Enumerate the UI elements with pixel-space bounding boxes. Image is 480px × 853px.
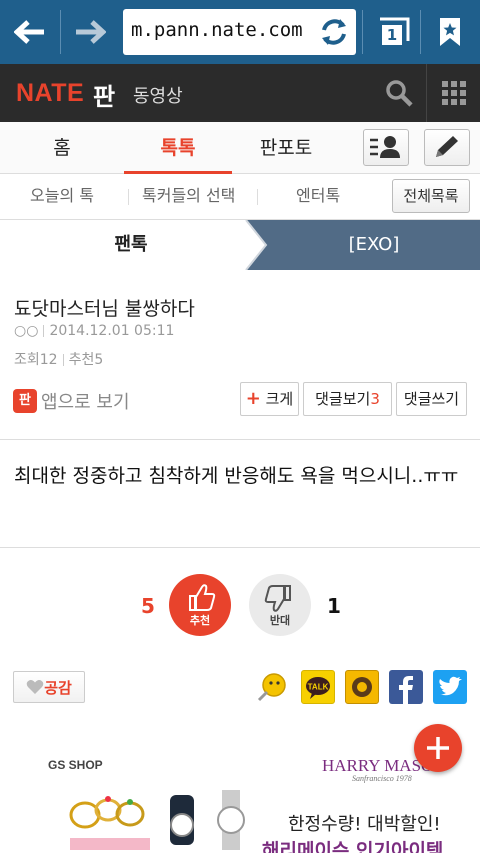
main-tabs: 홈 톡톡 판포토 xyxy=(0,122,480,174)
category-fantalk[interactable]: 팬톡 xyxy=(0,220,262,270)
ad-brand-sub: Sanfrancisco 1978 xyxy=(352,774,412,783)
plus-icon xyxy=(427,737,449,759)
app-view-link[interactable]: 판 앱으로 보기 xyxy=(13,388,130,414)
ad-subheadline: 해리메이슨 인기아이템 xyxy=(262,840,444,853)
category-exo[interactable]: [EXO] xyxy=(268,220,480,270)
submenu-talkers-choice[interactable]: 톡커들의 선택 xyxy=(142,174,235,220)
forward-arrow-icon xyxy=(76,20,106,44)
post-title: 됴닷마스터님 불쌍하다 xyxy=(14,298,195,320)
bookmark-icon xyxy=(440,18,460,46)
reload-icon[interactable] xyxy=(316,14,352,50)
floating-add-button[interactable] xyxy=(414,724,462,772)
post-date: 2014.12.01 05:11 xyxy=(49,323,175,339)
downvote-count: 1 xyxy=(327,594,341,618)
user-list-icon xyxy=(370,136,400,158)
apps-grid-icon[interactable] xyxy=(442,81,466,105)
forward-button[interactable] xyxy=(60,0,120,64)
app-view-label: 앱으로 보기 xyxy=(41,392,130,413)
browser-toolbar: m.pann.nate.com 1 xyxy=(0,0,480,64)
upvote-button[interactable]: 추천 xyxy=(169,574,231,636)
ad-banner[interactable]: GS SHOP HARRY MASON Sanfrancisco 1978 한정… xyxy=(0,750,480,853)
pann-logo[interactable]: 판 xyxy=(93,77,115,112)
tab-home[interactable]: 홈 xyxy=(0,122,124,174)
downvote-button[interactable]: 반대 xyxy=(249,574,311,636)
recommend-label: 추천 xyxy=(68,352,95,368)
submenu-today[interactable]: 오늘의 톡 xyxy=(30,174,94,220)
enlarge-label: 크게 xyxy=(265,390,294,408)
upvote-label: 추천 xyxy=(189,614,211,627)
pann-app-icon: 판 xyxy=(13,389,37,413)
url-bar[interactable]: m.pann.nate.com xyxy=(123,9,356,55)
video-link[interactable]: 동영상 xyxy=(133,82,183,108)
view-comments-label: 댓글보기 xyxy=(315,390,371,408)
post-body: 최대한 정중하고 침착하게 반응해도 욕을 먹으시니..ㅠㅠ xyxy=(14,465,459,487)
ad-headline: 한정수량! 대박할인! xyxy=(288,814,441,835)
ad-brand-gsshop: GS SHOP xyxy=(48,758,103,772)
site-header: NATE 판 동영상 xyxy=(0,64,480,122)
bookmark-button[interactable] xyxy=(420,0,480,64)
plus-icon: + xyxy=(245,388,261,409)
views-label: 조회 xyxy=(14,352,40,368)
view-comments-button[interactable]: 댓글보기3 xyxy=(303,382,392,416)
kakaotalk-icon[interactable]: TALK xyxy=(301,670,335,704)
empathy-button[interactable]: 공감 xyxy=(13,671,85,703)
write-comment-button[interactable]: 댓글쓰기 xyxy=(396,382,467,416)
my-page-button[interactable] xyxy=(363,129,409,166)
nate-logo[interactable]: NATE xyxy=(16,79,84,108)
tab-count: 1 xyxy=(382,25,402,45)
tab-toktok[interactable]: 톡톡 xyxy=(124,122,232,174)
views-count: 12 xyxy=(39,352,58,368)
heart-icon xyxy=(26,680,44,694)
search-icon[interactable] xyxy=(384,78,414,108)
downvote-label: 반대 xyxy=(269,614,291,627)
comment-count: 3 xyxy=(370,390,380,408)
submenu-enter[interactable]: 엔터톡 xyxy=(296,174,340,220)
post-meta: ○○ 2014.12.01 05:11 xyxy=(14,323,174,339)
back-button[interactable] xyxy=(0,0,60,64)
kakaostory-icon[interactable] xyxy=(345,670,379,704)
sub-menu: 오늘의 톡 톡커들의 선택 엔터톡 전체목록 xyxy=(0,174,480,220)
nate-emoticon-icon[interactable] xyxy=(256,670,290,704)
facebook-icon[interactable] xyxy=(389,670,423,704)
url-text[interactable]: m.pann.nate.com xyxy=(131,19,311,41)
tab-panphoto[interactable]: 판포토 xyxy=(232,122,340,174)
enlarge-button[interactable]: + 크게 xyxy=(240,382,299,416)
twitter-icon[interactable] xyxy=(433,670,467,704)
back-arrow-icon xyxy=(14,20,44,44)
pencil-icon xyxy=(436,136,458,157)
tabs-icon[interactable]: 1 xyxy=(374,17,412,47)
empathy-label: 공감 xyxy=(44,678,72,697)
all-list-button[interactable]: 전체목록 xyxy=(392,179,470,213)
svg-text:TALK: TALK xyxy=(308,683,329,692)
recommend-count: 5 xyxy=(94,352,104,368)
write-button[interactable] xyxy=(424,129,470,166)
post-author: ○○ xyxy=(14,323,39,339)
upvote-count: 5 xyxy=(141,594,155,618)
category-bar: 팬톡 [EXO] xyxy=(0,220,480,270)
post-stats: 조회12 추천5 xyxy=(14,349,103,369)
